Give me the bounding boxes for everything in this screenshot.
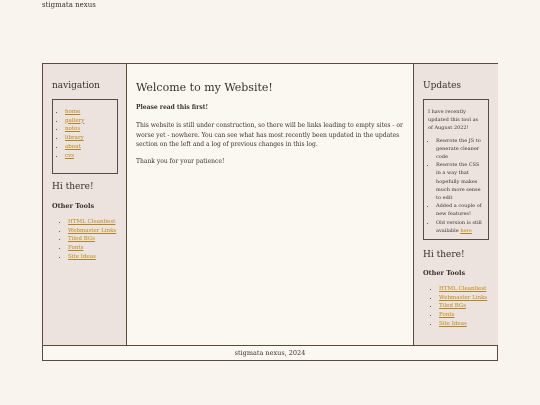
read-first-note: Please read this first! — [136, 104, 209, 111]
update-item: Added a couple of new features! — [436, 202, 484, 218]
updates-intro: I have recently updated this tool as of … — [428, 109, 479, 132]
nav-box: home gallery notes library about cvs — [52, 99, 118, 174]
nav-link-cvs[interactable]: cvs — [65, 153, 74, 159]
nav-item: library — [65, 134, 117, 143]
tool-item: Webmaster Links — [439, 294, 487, 303]
left-hi-heading: Hi there! — [52, 182, 94, 192]
nav-item: gallery — [65, 117, 117, 126]
nav-item: home — [65, 108, 117, 117]
tool-item: HTML Cleanliest — [439, 285, 487, 294]
tool-item: Fonts — [439, 311, 487, 320]
tool-link-webmaster-links[interactable]: Webmaster Links — [439, 295, 487, 301]
tool-link-site-ideas[interactable]: Site Ideas — [439, 321, 467, 327]
nav-item: about — [65, 143, 117, 152]
right-sidebar: Updates I have recently updated this too… — [414, 64, 498, 345]
main-content: Welcome to my Website! Please read this … — [127, 64, 414, 345]
updates-box: I have recently updated this tool as of … — [423, 99, 489, 240]
footer: stigmata nexus, 2024 — [43, 345, 497, 360]
nav-link-gallery[interactable]: gallery — [65, 118, 84, 124]
tool-link-webmaster-links[interactable]: Webmaster Links — [68, 228, 116, 234]
nav-list: home gallery notes library about cvs — [57, 108, 117, 160]
tool-link-site-ideas[interactable]: Site Ideas — [68, 254, 96, 260]
old-version-text: Old version is still available — [436, 219, 482, 234]
tool-item: Fonts — [68, 244, 116, 253]
tool-link-html-cleanliest[interactable]: HTML Cleanliest — [68, 219, 115, 225]
tool-item: Webmaster Links — [68, 227, 116, 236]
updates-list: Rewrote the JS to generate cleaner code … — [428, 137, 484, 235]
tool-link-html-cleanliest[interactable]: HTML Cleanliest — [439, 286, 486, 292]
nav-item: notes — [65, 125, 117, 134]
left-sidebar: navigation home gallery notes library ab… — [43, 64, 127, 345]
nav-link-about[interactable]: about — [65, 144, 81, 150]
nav-item: cvs — [65, 152, 117, 161]
page-title: Welcome to my Website! — [136, 81, 273, 94]
nav-link-home[interactable]: home — [65, 109, 80, 115]
tool-item: Tiled BGs — [68, 235, 116, 244]
old-version-link[interactable]: here — [460, 228, 472, 234]
tool-item: HTML Cleanliest — [68, 218, 116, 227]
update-item: Rewrote the JS to generate cleaner code — [436, 137, 484, 162]
tool-link-fonts[interactable]: Fonts — [439, 312, 454, 318]
nav-heading: navigation — [52, 81, 100, 91]
right-tools-heading: Other Tools — [423, 269, 466, 277]
update-item: Rewrote the CSS in a way that hopefully … — [436, 161, 484, 202]
update-item-old-version: Old version is still available here — [436, 219, 484, 235]
page-frame: navigation home gallery notes library ab… — [42, 63, 498, 361]
left-tools-heading: Other Tools — [52, 202, 95, 210]
site-title: stigmata nexus — [42, 1, 96, 9]
intro-paragraph: This website is still under construction… — [136, 122, 403, 148]
nav-link-notes[interactable]: notes — [65, 126, 80, 132]
thanks-paragraph: Thank you for your patience! — [136, 158, 225, 165]
tool-link-tiled-bgs[interactable]: Tiled BGs — [68, 236, 95, 242]
tool-item: Site Ideas — [68, 253, 116, 262]
updates-heading: Updates — [423, 81, 462, 91]
left-tools-list: HTML Cleanliest Webmaster Links Tiled BG… — [60, 218, 116, 262]
tool-link-fonts[interactable]: Fonts — [68, 245, 83, 251]
tool-item: Site Ideas — [439, 320, 487, 329]
tool-link-tiled-bgs[interactable]: Tiled BGs — [439, 303, 466, 309]
tool-item: Tiled BGs — [439, 302, 487, 311]
right-tools-list: HTML Cleanliest Webmaster Links Tiled BG… — [431, 285, 487, 329]
right-hi-heading: Hi there! — [423, 250, 465, 260]
nav-link-library[interactable]: library — [65, 135, 84, 141]
